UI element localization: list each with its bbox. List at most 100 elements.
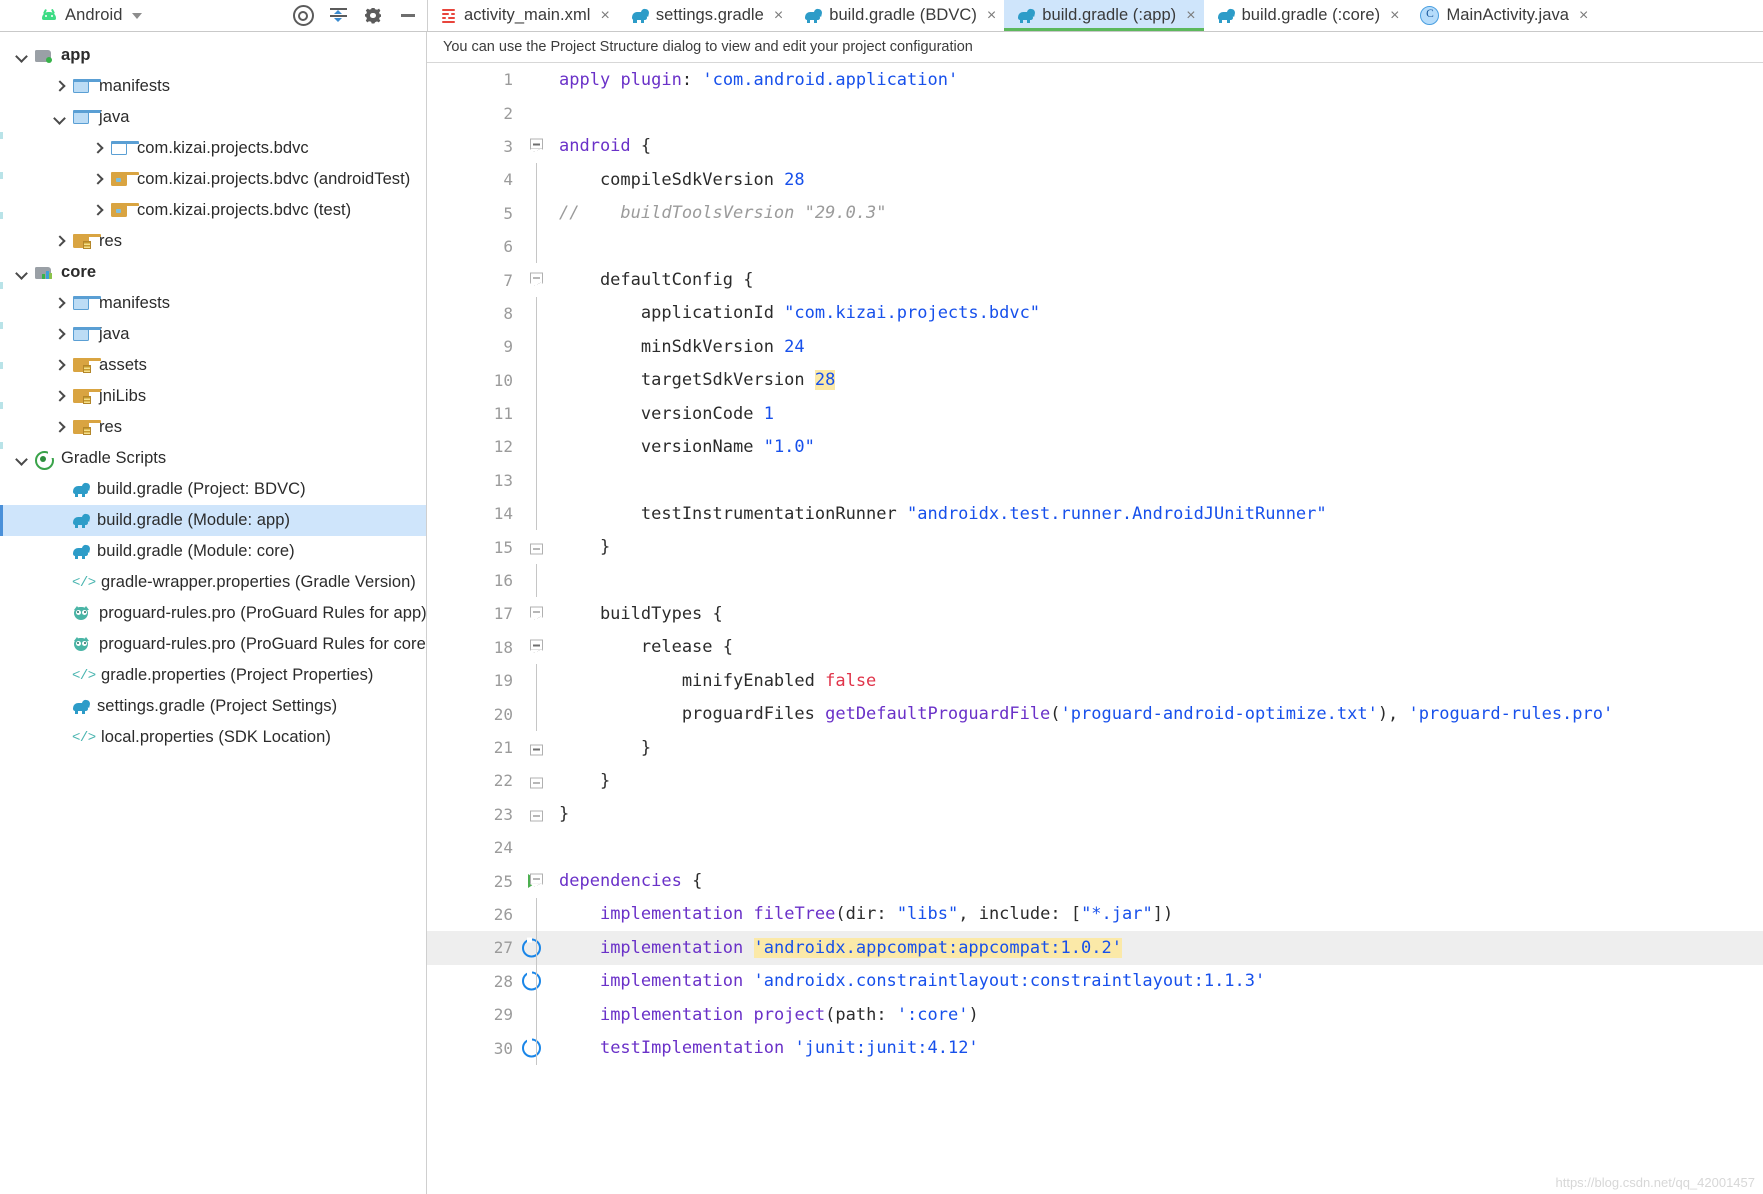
code-line[interactable]: 19 minifyEnabled false — [427, 664, 1763, 698]
code-line[interactable]: 28 implementation 'androidx.constraintla… — [427, 964, 1763, 998]
editor-tab-settings-gradle[interactable]: settings.gradle × — [618, 0, 791, 31]
code-line[interactable]: 27 implementation 'androidx.appcompat:ap… — [427, 931, 1763, 965]
close-icon[interactable]: × — [774, 7, 783, 24]
fold-collapse-icon[interactable] — [530, 272, 543, 288]
chevron-right-icon[interactable] — [52, 389, 68, 405]
editor-tab-build-gradle-core-[interactable]: build.gradle (:core) × — [1204, 0, 1408, 31]
fold-end-icon[interactable] — [530, 740, 543, 755]
tree-item-res[interactable]: res — [0, 412, 426, 443]
editor-tab-label: activity_main.xml — [464, 6, 591, 24]
code-line[interactable]: 14 testInstrumentationRunner "androidx.t… — [427, 497, 1763, 531]
hide-panel-icon[interactable] — [397, 5, 419, 27]
close-icon[interactable]: × — [1390, 7, 1399, 24]
chevron-down-icon[interactable] — [14, 48, 30, 64]
chevron-right-icon[interactable] — [90, 203, 106, 219]
code-text: versionName "1.0" — [559, 436, 815, 457]
tree-item-gradle-properties-project-properties-[interactable]: </> gradle.properties (Project Properties… — [0, 660, 426, 691]
chevron-right-icon[interactable] — [52, 327, 68, 343]
code-line[interactable]: 13 — [427, 463, 1763, 498]
code-line[interactable]: 10 targetSdkVersion 28 — [427, 363, 1763, 397]
code-line[interactable]: 18 release { — [427, 631, 1763, 664]
tree-item-build-gradle-module-core-[interactable]: build.gradle (Module: core) — [0, 536, 426, 567]
code-line[interactable]: 24 — [427, 831, 1763, 864]
tree-item-proguard-rules-pro-proguard-rules-for-core-[interactable]: proguard-rules.pro (ProGuard Rules for c… — [0, 629, 426, 660]
tree-item-com-kizai-projects-bdvc-androidtest-[interactable]: com.kizai.projects.bdvc (androidTest) — [0, 164, 426, 195]
code-line[interactable]: 20 proguardFiles getDefaultProguardFile(… — [427, 697, 1763, 731]
chevron-down-icon[interactable] — [52, 110, 68, 126]
project-tree-panel[interactable]: app manifests java com.kizai.projects.bdvc c… — [0, 32, 427, 1194]
tree-item-java[interactable]: java — [0, 319, 426, 350]
tree-item-com-kizai-projects-bdvc[interactable]: com.kizai.projects.bdvc — [0, 133, 426, 164]
select-opened-file-icon[interactable] — [292, 5, 314, 27]
tree-item-manifests[interactable]: manifests — [0, 71, 426, 102]
chevron-down-icon[interactable] — [14, 265, 30, 281]
editor-tab-build-gradle-bdvc-[interactable]: build.gradle (BDVC) × — [791, 0, 1004, 31]
panel-edge-markers — [0, 32, 4, 1194]
code-line[interactable]: 23} — [427, 798, 1763, 831]
tree-item-assets[interactable]: assets — [0, 350, 426, 381]
code-content[interactable]: 1 apply plugin: 'com.android.application'… — [427, 63, 1763, 1194]
code-editor[interactable]: You can use the Project Structure dialog… — [427, 32, 1763, 1194]
code-line[interactable]: 17 buildTypes { — [427, 597, 1763, 630]
code-line[interactable]: 6 — [427, 229, 1763, 264]
code-line[interactable]: 7 defaultConfig { — [427, 263, 1763, 296]
settings-gear-icon[interactable] — [362, 5, 384, 27]
code-line[interactable]: 8 applicationId "com.kizai.projects.bdvc… — [427, 296, 1763, 331]
tree-item-build-gradle-module-app-[interactable]: build.gradle (Module: app) — [0, 505, 426, 536]
fold-end-icon[interactable] — [530, 807, 543, 822]
tree-item-com-kizai-projects-bdvc-test-[interactable]: com.kizai.projects.bdvc (test) — [0, 195, 426, 226]
close-icon[interactable]: × — [1579, 7, 1588, 24]
fold-end-icon[interactable] — [530, 540, 543, 555]
fold-collapse-icon[interactable] — [530, 606, 543, 622]
fold-end-icon[interactable] — [530, 773, 543, 789]
code-line[interactable]: 1 apply plugin: 'com.android.application' — [427, 63, 1763, 96]
code-line[interactable]: 29 implementation project(path: ':core') — [427, 997, 1763, 1032]
code-line[interactable]: 16 — [427, 563, 1763, 598]
close-icon[interactable]: × — [600, 7, 609, 24]
code-line[interactable]: 3 android { — [427, 130, 1763, 163]
collapse-all-icon[interactable] — [327, 5, 349, 27]
code-line[interactable]: 26 implementation fileTree(dir: "libs", … — [427, 897, 1763, 932]
tree-item-local-properties-sdk-location-[interactable]: </> local.properties (SDK Location) — [0, 722, 426, 753]
code-line[interactable]: 2 — [427, 96, 1763, 129]
chevron-down-icon[interactable] — [131, 12, 142, 19]
code-line[interactable]: 9 minSdkVersion 24 — [427, 330, 1763, 364]
editor-tab-activity-main-xml[interactable]: activity_main.xml × — [428, 0, 618, 31]
tree-item-build-gradle-project-bdvc-[interactable]: build.gradle (Project: BDVC) — [0, 474, 426, 505]
fold-gutter — [519, 363, 555, 397]
chevron-right-icon[interactable] — [52, 358, 68, 374]
chevron-right-icon[interactable] — [52, 420, 68, 436]
tree-item-proguard-rules-pro-proguard-rules-for-app-[interactable]: proguard-rules.pro (ProGuard Rules for a… — [0, 598, 426, 629]
tree-item-gradle-scripts[interactable]: Gradle Scripts — [0, 443, 426, 474]
editor-tab-mainactivity-java[interactable]: C MainActivity.java × — [1407, 0, 1596, 31]
close-icon[interactable]: × — [1186, 7, 1195, 24]
chevron-right-icon[interactable] — [52, 296, 68, 312]
chevron-right-icon[interactable] — [90, 172, 106, 188]
tree-item-settings-gradle-project-settings-[interactable]: settings.gradle (Project Settings) — [0, 691, 426, 722]
code-line[interactable]: 21 } — [427, 731, 1763, 764]
tree-item-app[interactable]: app — [0, 40, 426, 71]
close-icon[interactable]: × — [987, 7, 996, 24]
editor-tab-build-gradle-app-[interactable]: build.gradle (:app) × — [1004, 0, 1204, 31]
tree-item-jnilibs[interactable]: jniLibs — [0, 381, 426, 412]
tree-item-manifests[interactable]: manifests — [0, 288, 426, 319]
code-line[interactable]: 15 } — [427, 530, 1763, 563]
chevron-down-icon[interactable] — [14, 451, 30, 467]
tree-item-gradle-wrapper-properties-gradle-version-[interactable]: </> gradle-wrapper.properties (Gradle Ver… — [0, 567, 426, 598]
fold-collapse-icon[interactable] — [530, 639, 543, 655]
tree-item-java[interactable]: java — [0, 102, 426, 133]
tree-item-res[interactable]: res — [0, 226, 426, 257]
chevron-right-icon[interactable] — [90, 141, 106, 157]
chevron-right-icon[interactable] — [52, 234, 68, 250]
code-line[interactable]: 11 versionCode 1 — [427, 396, 1763, 431]
code-line[interactable]: 12 versionName "1.0" — [427, 430, 1763, 464]
fold-collapse-icon[interactable] — [530, 138, 543, 154]
code-line[interactable]: 4 compileSdkVersion 28 — [427, 163, 1763, 197]
chevron-right-icon[interactable] — [52, 79, 68, 95]
code-line[interactable]: 25 dependencies { — [427, 864, 1763, 897]
code-line[interactable]: 30 testImplementation 'junit:junit:4.12' — [427, 1031, 1763, 1065]
code-line[interactable]: 22 } — [427, 764, 1763, 797]
tree-item-core[interactable]: core — [0, 257, 426, 288]
code-line[interactable]: 5 // buildToolsVersion "29.0.3" — [427, 196, 1763, 230]
fold-collapse-icon[interactable] — [530, 873, 543, 889]
